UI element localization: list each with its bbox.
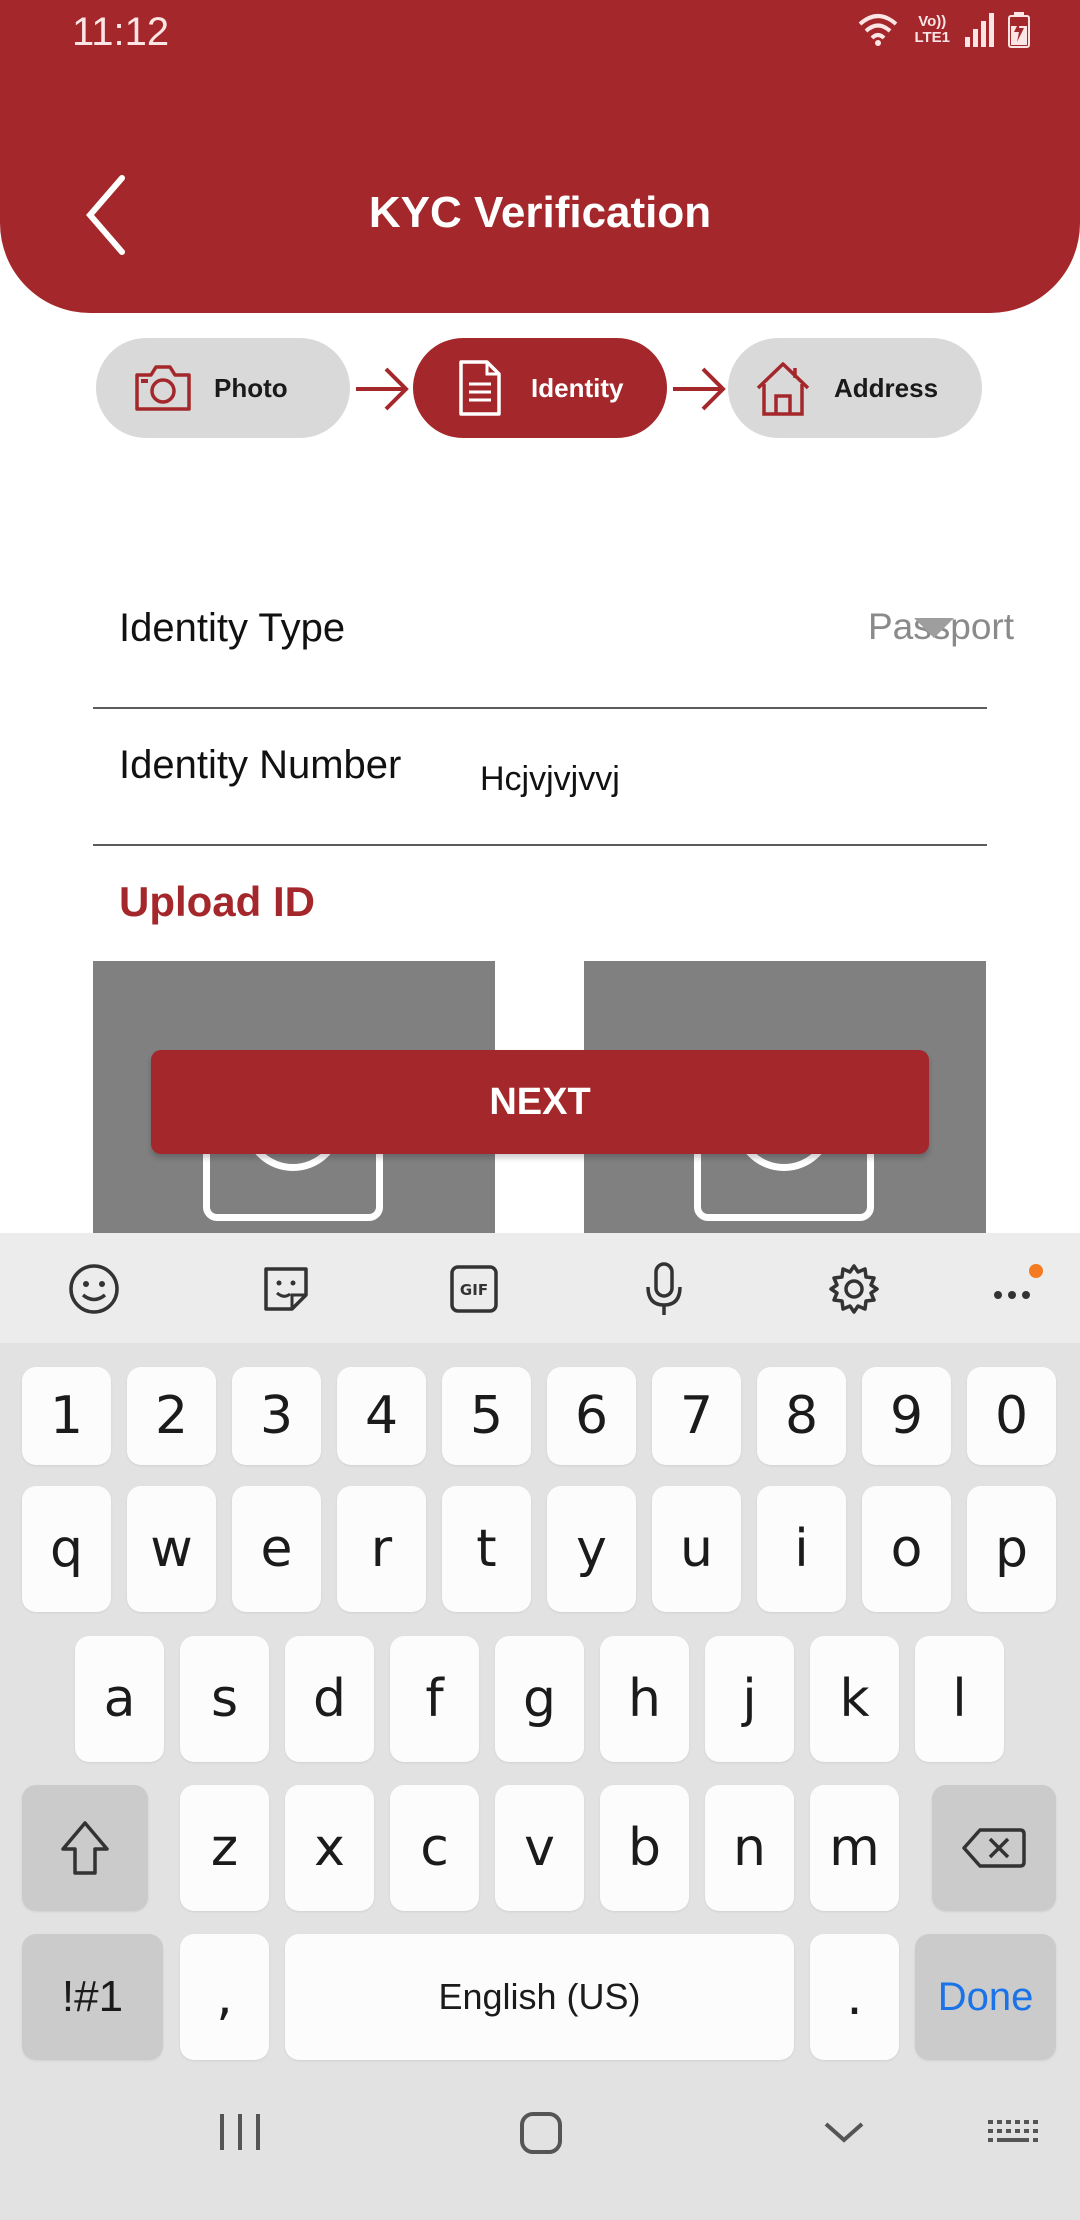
lte-bottom-label: LTE1 (914, 29, 950, 46)
chevron-down-icon (824, 2122, 864, 2143)
keyboard-toolbar: GIF (0, 1233, 1080, 1343)
sticker-icon[interactable] (258, 1261, 314, 1317)
key-9[interactable]: 9 (862, 1367, 951, 1465)
lte-top-label: Vo)) (918, 13, 947, 30)
key-o[interactable]: o (862, 1486, 951, 1612)
shift-arrow-icon (61, 1821, 109, 1875)
page-title: KYC Verification (368, 188, 712, 237)
comma-key[interactable]: , (180, 1934, 269, 2060)
identity-number-label: Identity Number (119, 743, 402, 787)
key-6[interactable]: 6 (547, 1367, 636, 1465)
key-m[interactable]: m (810, 1785, 899, 1911)
key-w[interactable]: w (127, 1486, 216, 1612)
recent-apps-button[interactable] (210, 2110, 270, 2154)
keyboard-switch-button[interactable] (984, 2110, 1040, 2154)
key-n[interactable]: n (705, 1785, 794, 1911)
key-q[interactable]: q (22, 1486, 111, 1612)
period-key[interactable]: . (810, 1934, 899, 2060)
identity-type-row[interactable]: Identity Type (93, 572, 987, 709)
key-u[interactable]: u (652, 1486, 741, 1612)
camera-icon (132, 357, 194, 419)
home-square-icon (520, 2112, 562, 2154)
microphone-icon[interactable] (636, 1261, 692, 1317)
key-s[interactable]: s (180, 1636, 269, 1762)
step-arrow-icon (673, 367, 726, 411)
more-options-icon[interactable] (988, 1261, 1044, 1317)
key-2[interactable]: 2 (127, 1367, 216, 1465)
key-p[interactable]: p (967, 1486, 1056, 1612)
status-icons: Vo)) LTE1 (856, 12, 1030, 48)
done-key[interactable]: Done (915, 1934, 1056, 2060)
identity-type-label: Identity Type (119, 606, 346, 650)
app-header: 11:12 Vo)) LTE1 KYC Verification (0, 0, 1080, 313)
key-8[interactable]: 8 (757, 1367, 846, 1465)
key-l[interactable]: l (915, 1636, 1004, 1762)
key-e[interactable]: e (232, 1486, 321, 1612)
key-h[interactable]: h (600, 1636, 689, 1762)
document-icon (449, 357, 511, 419)
key-t[interactable]: t (442, 1486, 531, 1612)
key-4[interactable]: 4 (337, 1367, 426, 1465)
signal-icon (965, 13, 994, 47)
key-z[interactable]: z (180, 1785, 269, 1911)
step-identity-label: Identity (531, 372, 624, 403)
step-identity[interactable]: Identity (413, 338, 667, 438)
home-button[interactable] (518, 2110, 564, 2156)
symbols-key[interactable]: !#1 (22, 1934, 163, 2060)
key-v[interactable]: v (495, 1785, 584, 1911)
hide-keyboard-button[interactable] (820, 2110, 868, 2154)
upload-id-title: Upload ID (119, 878, 315, 925)
gif-icon[interactable]: GIF (446, 1261, 502, 1317)
system-nav-bar (0, 2060, 1080, 2220)
settings-gear-icon[interactable] (826, 1261, 882, 1317)
key-c[interactable]: c (390, 1785, 479, 1911)
space-key[interactable]: English (US) (285, 1934, 794, 2060)
key-0[interactable]: 0 (967, 1367, 1056, 1465)
backspace-key[interactable] (932, 1785, 1056, 1911)
key-7[interactable]: 7 (652, 1367, 741, 1465)
step-address[interactable]: Address (728, 338, 982, 438)
shift-key[interactable] (22, 1785, 148, 1911)
key-y[interactable]: y (547, 1486, 636, 1612)
key-x[interactable]: x (285, 1785, 374, 1911)
key-k[interactable]: k (810, 1636, 899, 1762)
key-i[interactable]: i (757, 1486, 846, 1612)
key-1[interactable]: 1 (22, 1367, 111, 1465)
recent-apps-icon (220, 2114, 260, 2150)
key-b[interactable]: b (600, 1785, 689, 1911)
key-3[interactable]: 3 (232, 1367, 321, 1465)
next-button[interactable]: NEXT (151, 1050, 929, 1154)
home-icon (752, 357, 814, 419)
status-time: 11:12 (72, 10, 170, 54)
svg-text:GIF: GIF (460, 1281, 488, 1299)
key-r[interactable]: r (337, 1486, 426, 1612)
wifi-icon (859, 14, 898, 46)
key-5[interactable]: 5 (442, 1367, 531, 1465)
backspace-icon (962, 1828, 1026, 1868)
battery-charging-icon (1008, 12, 1030, 48)
step-arrow-icon (356, 367, 409, 411)
key-j[interactable]: j (705, 1636, 794, 1762)
key-f[interactable]: f (390, 1636, 479, 1762)
step-address-label: Address (834, 372, 939, 403)
step-photo[interactable]: Photo (96, 338, 350, 438)
lte-indicator: Vo)) LTE1 (914, 14, 950, 46)
emoji-icon[interactable] (66, 1261, 122, 1317)
keyboard-icon (988, 2120, 1038, 2142)
key-d[interactable]: d (285, 1636, 374, 1762)
dropdown-caret-icon (914, 618, 954, 638)
key-a[interactable]: a (75, 1636, 164, 1762)
identity-number-input[interactable] (480, 752, 960, 806)
step-photo-label: Photo (214, 372, 288, 403)
key-g[interactable]: g (495, 1636, 584, 1762)
